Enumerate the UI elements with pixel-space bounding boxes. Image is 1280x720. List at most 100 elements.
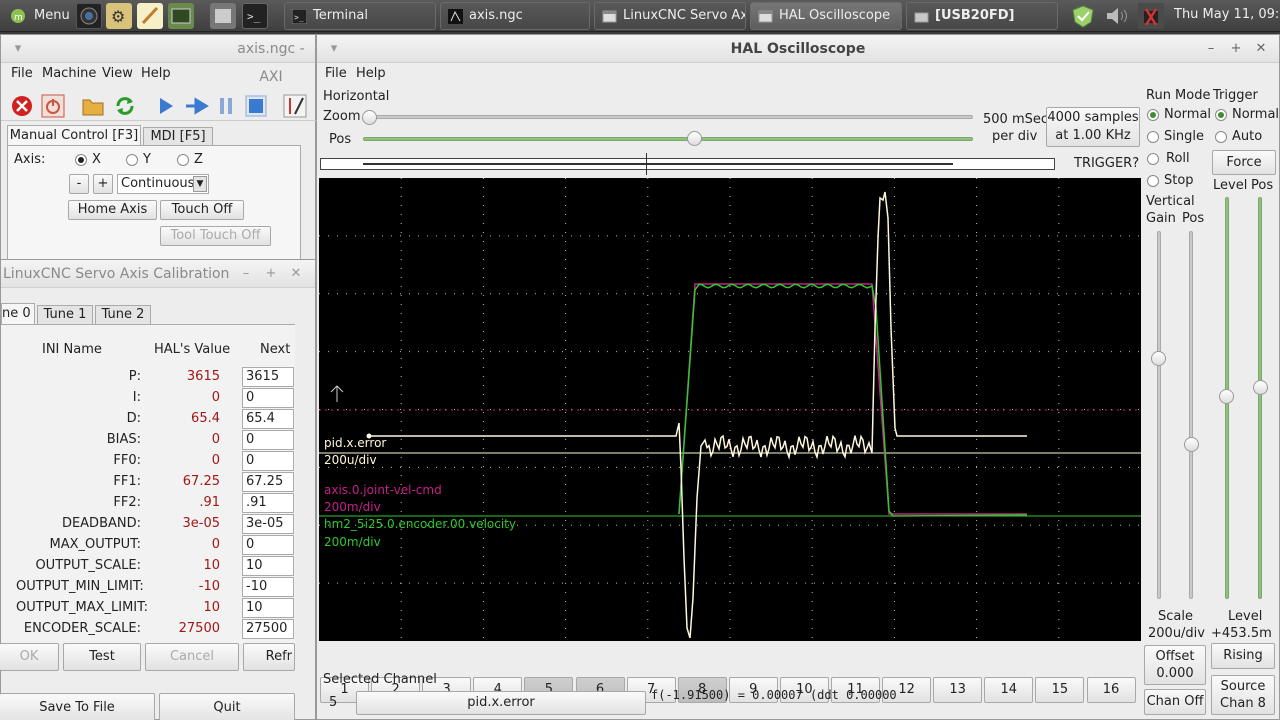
network-off-icon[interactable] [1138,3,1164,29]
axis-z-radio[interactable] [177,154,189,166]
task-terminal[interactable]: >_ Terminal [284,2,436,30]
run-mode-single-radio[interactable] [1147,131,1159,143]
test-button[interactable]: Test [63,643,141,671]
stop-icon[interactable] [245,95,267,117]
files-launcher-icon[interactable] [210,3,236,29]
menu-view[interactable]: View [102,66,133,81]
update-shield-icon[interactable] [1070,4,1096,28]
window-menu-icon[interactable]: ▾ [9,35,27,63]
samples-button[interactable]: 4000 samples at 1.00 KHz [1046,107,1140,147]
axis-x-radio[interactable] [75,154,87,166]
terminal-launcher-icon[interactable]: >_ [242,3,268,29]
run-mode-stop-radio[interactable] [1147,175,1159,187]
tab-manual-control[interactable]: Manual Control [F3] [7,125,141,145]
param-next-entry[interactable]: 0 [242,388,294,408]
axis-titlebar[interactable]: ▾ axis.ngc - AXI [1,35,315,85]
channel-button-15[interactable]: 15 [1035,677,1085,703]
text-editor-launcher-icon[interactable] [137,3,163,29]
jog-minus-button[interactable]: - [69,174,89,194]
chan-off-button[interactable]: Chan Off [1144,689,1206,715]
gain-slider-knob[interactable] [1151,351,1166,366]
axis-y-radio[interactable] [126,154,138,166]
zoom-slider-knob[interactable] [362,110,377,125]
pause-icon[interactable] [216,95,238,117]
menu-button[interactable]: m Menu [4,3,70,29]
source-button[interactable]: Source Chan 8 [1211,675,1275,715]
param-next-entry[interactable]: .91 [242,493,294,513]
tool-touch-off-button[interactable]: Tool Touch Off [160,226,271,246]
tab-tune-1[interactable]: Tune 1 [37,305,93,325]
vertical-pos-slider[interactable] [1189,231,1193,599]
pos-slider[interactable] [363,137,973,141]
gain-slider[interactable] [1157,231,1161,599]
touch-off-button[interactable]: Touch Off [160,200,244,220]
window-launcher-icon[interactable] [168,3,194,29]
task-usb-folder[interactable]: [USB20FD] [906,2,1058,30]
task-hal-oscilloscope[interactable]: HAL Oscilloscope [750,2,902,30]
scope-display[interactable] [319,178,1141,641]
ok-button[interactable]: OK [0,643,59,671]
run-mode-roll-radio[interactable] [1147,153,1159,165]
clock[interactable]: Thu May 11, 09:11 [1174,7,1280,22]
param-next-entry[interactable]: 3e-05 [242,514,294,534]
param-next-entry[interactable]: 10 [242,556,294,576]
maximize-icon[interactable]: + [262,260,280,288]
channel-button-16[interactable]: 16 [1086,677,1136,703]
trigger-level-slider-knob[interactable] [1219,389,1234,404]
calibration-titlebar[interactable]: LinuxCNC Servo Axis Calibration – + ✕ [1,260,315,288]
param-next-entry[interactable]: 0 [242,451,294,471]
offset-button[interactable]: Offset 0.000 [1144,645,1206,685]
force-trigger-button[interactable]: Force [1212,150,1276,175]
cancel-button[interactable]: Cancel [145,643,239,671]
trigger-pos-slider-knob[interactable] [1253,380,1268,395]
vertical-pos-slider-knob[interactable] [1184,437,1199,452]
block-delete-icon[interactable] [283,94,307,118]
tab-tune-0[interactable]: ne 0 [1,303,35,325]
menu-help[interactable]: Help [141,66,171,81]
menu-file[interactable]: File [11,66,33,81]
run-mode-normal-radio[interactable] [1147,109,1159,121]
quit-button[interactable]: Quit [159,693,295,720]
channel-button-14[interactable]: 14 [984,677,1034,703]
selected-channel-name[interactable]: pid.x.error [356,691,646,715]
zoom-slider[interactable] [365,115,973,119]
task-servo-calibration[interactable]: LinuxCNC Servo Ax... [594,2,746,30]
param-next-entry[interactable]: 0 [242,535,294,555]
rising-button[interactable]: Rising [1211,643,1275,669]
param-next-entry[interactable]: -10 [242,577,294,597]
camera-launcher-icon[interactable] [76,3,102,29]
scope-titlebar[interactable]: ▾ HAL Oscilloscope – + ✕ [317,35,1279,63]
param-next-entry[interactable]: 0 [242,430,294,450]
param-next-entry[interactable]: 27500 [242,619,294,639]
trigger-normal-radio[interactable] [1215,109,1227,121]
minimize-icon[interactable]: – [237,260,255,288]
param-next-entry[interactable]: 65.4 [242,409,294,429]
estop-icon[interactable] [10,94,34,118]
close-icon[interactable]: ✕ [287,260,305,288]
pos-slider-knob[interactable] [687,131,702,146]
tab-mdi[interactable]: MDI [F5] [143,127,213,145]
jog-plus-button[interactable]: + [93,174,113,194]
home-axis-button[interactable]: Home Axis [68,200,157,220]
trigger-auto-radio[interactable] [1215,131,1227,143]
refresh-button[interactable]: Refr [243,643,295,671]
save-to-file-button[interactable]: Save To File [0,693,155,720]
task-axis[interactable]: axis.ngc [440,2,590,30]
maximize-icon[interactable]: + [1227,35,1245,63]
run-icon[interactable] [156,95,176,117]
open-file-icon[interactable] [81,95,105,117]
menu-machine[interactable]: Machine [42,66,96,81]
reload-icon[interactable] [113,94,137,118]
minimize-icon[interactable]: – [1202,35,1220,63]
volume-icon[interactable] [1104,6,1130,26]
power-icon[interactable] [41,94,65,118]
scope-menu-help[interactable]: Help [356,66,386,81]
window-menu-icon[interactable]: ▾ [325,35,343,63]
param-next-entry[interactable]: 3615 [242,367,294,387]
trigger-pos-slider[interactable] [1258,197,1262,599]
terminal-app-launcher-icon[interactable]: ⚙ [106,3,132,29]
param-next-entry[interactable]: 67.25 [242,472,294,492]
step-icon[interactable] [184,95,210,117]
tab-tune-2[interactable]: Tune 2 [95,305,151,325]
close-icon[interactable]: ✕ [1252,35,1270,63]
